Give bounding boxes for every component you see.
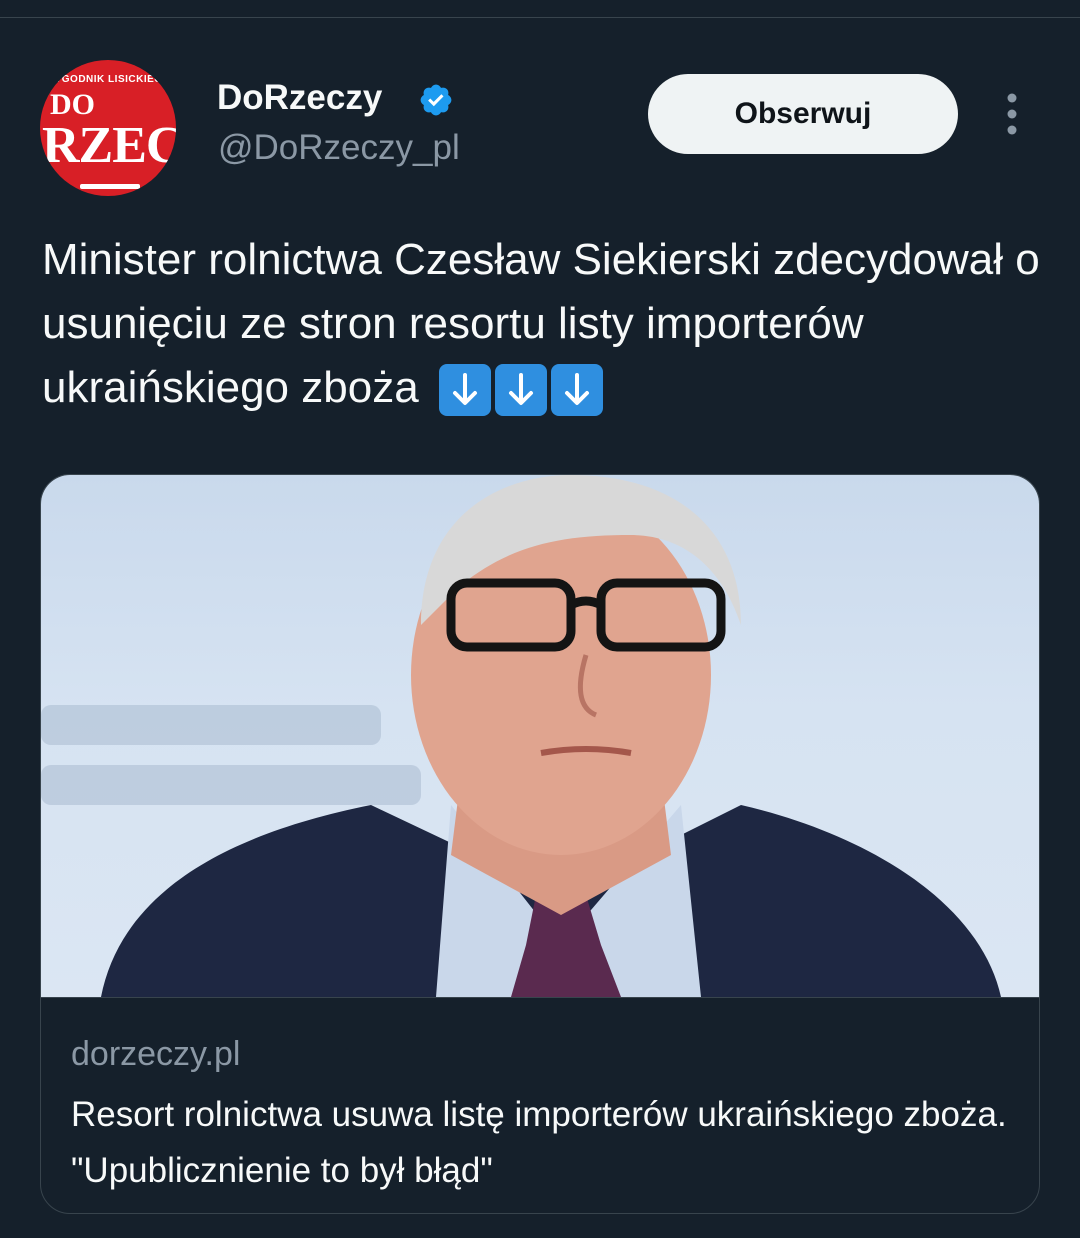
link-card[interactable]: dorzeczy.pl Resort rolnictwa usuwa listę…: [40, 474, 1040, 1214]
handle[interactable]: @DoRzeczy_pl: [218, 128, 460, 168]
avatar-logo-rzec: RZEC: [42, 117, 176, 174]
link-card-title[interactable]: Resort rolnictwa usuwa listę importerów …: [71, 1087, 1011, 1199]
down-arrow-icon: [438, 364, 491, 416]
tweet-text: Minister rolnictwa Czesław Siekierski zd…: [42, 228, 1052, 420]
down-arrow-emojis: [438, 364, 603, 416]
display-name[interactable]: DoRzeczy: [217, 78, 382, 118]
more-vertical-icon[interactable]: [996, 90, 1028, 138]
follow-button[interactable]: Obserwuj: [648, 74, 958, 154]
down-arrow-icon: [550, 364, 603, 416]
avatar[interactable]: TYGODNIK LISICKIEGO DO RZEC: [40, 60, 176, 196]
avatar-logo-bar: [80, 184, 140, 189]
down-arrow-icon: [494, 364, 547, 416]
link-card-domain: dorzeczy.pl: [71, 1035, 241, 1073]
top-divider: [0, 17, 1080, 18]
minister-photo: [41, 475, 1001, 997]
link-card-divider: [41, 997, 1039, 998]
verified-badge-icon: [420, 84, 452, 116]
link-card-image[interactable]: [41, 475, 1039, 997]
avatar-logo-tagline: TYGODNIK LISICKIEGO: [48, 74, 171, 85]
